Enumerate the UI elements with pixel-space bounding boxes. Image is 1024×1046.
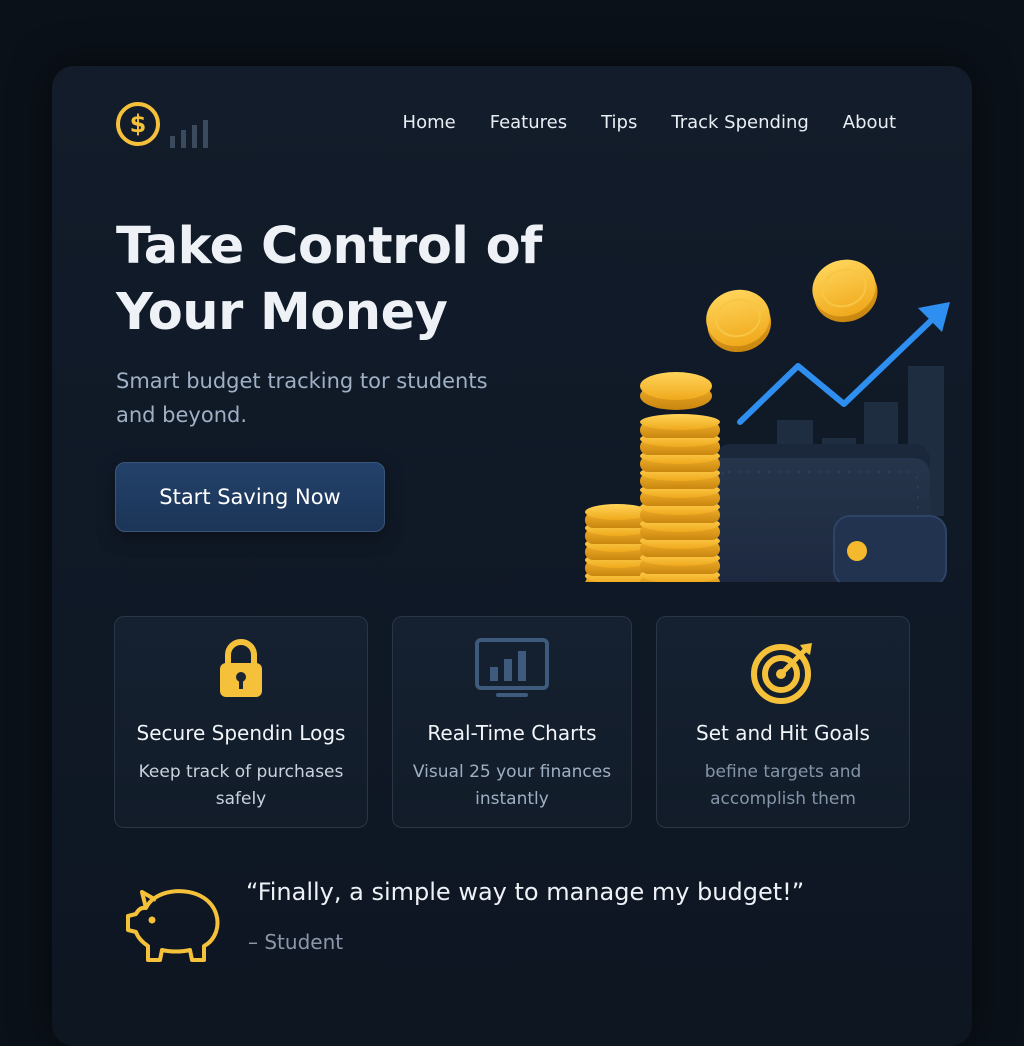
feature-description: Visual 25 your finances instantly xyxy=(412,762,612,809)
wallet xyxy=(708,444,947,582)
floating-coins xyxy=(706,259,878,353)
feature-description: Keep track of purchases safely xyxy=(138,762,344,809)
landing-page: $ Home Features Tips Track Spending Abou… xyxy=(52,66,972,1046)
nav-features[interactable]: Features xyxy=(490,112,567,133)
hero-title: Take Control of Your Money xyxy=(116,217,542,342)
testimonial-quote: “Finally, a simple way to manage my budg… xyxy=(246,878,805,906)
dollar-coin-icon: $ xyxy=(116,102,160,146)
coin-stack-short xyxy=(585,504,649,582)
coin-stack-tall xyxy=(640,414,720,582)
nav-tips[interactable]: Tips xyxy=(601,112,637,133)
feature-description: befine targets and accomplish them xyxy=(704,762,862,809)
coin-top xyxy=(640,414,720,430)
logo[interactable]: $ xyxy=(114,100,212,148)
feature-title: Set and Hit Goals xyxy=(696,721,870,745)
nav-track-spending[interactable]: Track Spending xyxy=(671,112,808,133)
signal-bars-icon xyxy=(170,120,208,148)
testimonial-author: – Student xyxy=(248,930,344,954)
feature-title: Secure Spendin Logs xyxy=(136,721,346,745)
coins-wallet-growth-illustration xyxy=(585,259,950,582)
main-nav: Home Features Tips Track Spending About xyxy=(403,112,896,133)
feature-card-real-time-charts[interactable]: Real-Time Charts Visual 25 your finances… xyxy=(392,616,632,828)
testimonial: “Finally, a simple way to manage my budg… xyxy=(124,874,924,974)
feature-title: Real-Time Charts xyxy=(427,721,597,745)
feature-card-goals[interactable]: Set and Hit Goals befine targets and acc… xyxy=(656,616,910,828)
svg-text:$: $ xyxy=(130,110,147,138)
feature-card-secure-logs[interactable]: Secure Spendin Logs Keep track of purcha… xyxy=(114,616,368,828)
hero-subtitle: Smart budget tracking tor students and b… xyxy=(116,369,488,427)
start-saving-button[interactable]: Start Saving Now xyxy=(115,462,385,532)
nav-about[interactable]: About xyxy=(843,112,896,133)
piggy-bank-icon xyxy=(126,889,220,962)
target-icon xyxy=(751,643,812,704)
bar-chart-monitor-icon xyxy=(475,638,549,697)
top-tilted-coin xyxy=(640,372,712,410)
nav-home[interactable]: Home xyxy=(403,112,456,133)
coin-top xyxy=(585,504,649,520)
padlock-icon xyxy=(220,639,262,697)
